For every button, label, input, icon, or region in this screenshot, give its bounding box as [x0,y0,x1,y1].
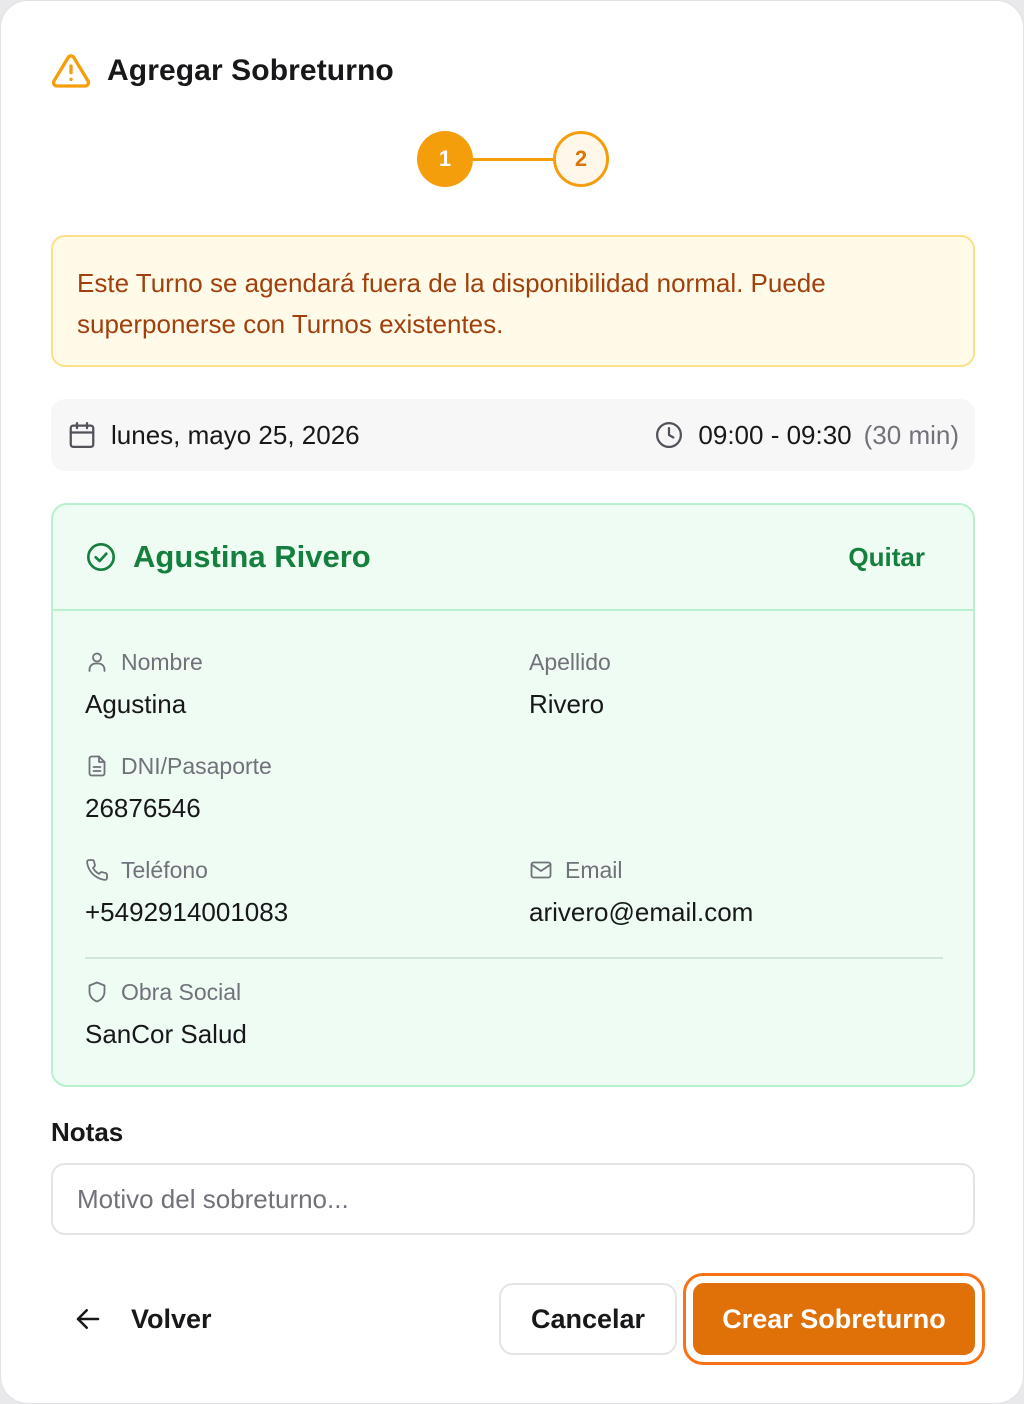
email-label: Email [565,856,623,883]
create-overbooking-button[interactable]: Crear Sobreturno [690,1280,978,1358]
back-button-label: Volver [131,1303,212,1334]
mail-icon [530,861,552,879]
cancel-button[interactable]: Cancelar [499,1283,677,1355]
notes-label: Notas [51,1117,124,1147]
patient-full-name: Agustina Rivero [133,539,371,574]
appointment-time-range: 09:00 - 09:30 [698,419,852,450]
time-display: 09:00 - 09:30 (30 min) [654,420,959,451]
field-first-name: Nombre Agustina [85,647,203,720]
field-insurance: Obra Social SanCor Salud [85,977,247,1050]
remove-patient-button[interactable]: Quitar [848,542,925,573]
patient-card-divider [85,957,943,959]
calendar-icon [69,422,95,448]
phone-value: +5492914001083 [85,897,289,927]
back-button[interactable]: Volver [73,1291,212,1347]
date-display: lunes, mayo 25, 2026 [67,420,360,451]
overbooking-warning-alert: Este Turno se agendará fuera de la dispo… [51,235,975,367]
step-1-indicator: 1 [417,131,473,187]
stepper-connector [471,158,555,161]
stepper: 1 2 [417,131,609,187]
patient-card-header: Agustina Rivero Quitar [53,505,973,611]
insurance-label: Obra Social [121,978,242,1005]
step-2-indicator: 2 [553,131,609,187]
selected-patient-card: Agustina Rivero Quitar Nombre Agustina A… [51,503,975,1087]
email-value: arivero@email.com [529,897,754,927]
dialog-title: Agregar Sobreturno [107,54,394,87]
add-overbooking-dialog: Agregar Sobreturno 1 2 Este Turno se age… [0,0,1024,1404]
notes-input[interactable] [51,1163,975,1235]
phone-icon [86,859,108,881]
appointment-date: lunes, mayo 25, 2026 [111,419,360,450]
phone-label: Teléfono [121,856,208,883]
first-name-label: Nombre [121,648,203,675]
dialog-header: Agregar Sobreturno [51,51,394,91]
schedule-summary: lunes, mayo 25, 2026 09:00 - 09:30 (30 m… [51,399,975,471]
appointment-duration: (30 min) [863,419,959,450]
field-email: Email arivero@email.com [529,855,753,928]
warning-triangle-icon [51,54,91,88]
shield-icon [88,981,106,1003]
field-phone: Teléfono +5492914001083 [85,855,288,928]
last-name-label: Apellido [529,648,611,675]
last-name-value: Rivero [529,689,605,719]
clock-icon [656,422,683,448]
insurance-value: SanCor Salud [85,1019,247,1049]
document-label: DNI/Pasaporte [121,752,272,779]
field-last-name: Apellido Rivero [529,647,611,720]
check-circle-icon [87,543,115,571]
user-icon [88,652,106,672]
document-value: 26876546 [85,793,201,823]
create-button-focus-ring: Crear Sobreturno [683,1273,985,1365]
document-icon [88,755,106,777]
first-name-value: Agustina [85,689,187,719]
arrow-left-icon [76,1309,100,1329]
field-document: DNI/Pasaporte 26876546 [85,751,272,824]
